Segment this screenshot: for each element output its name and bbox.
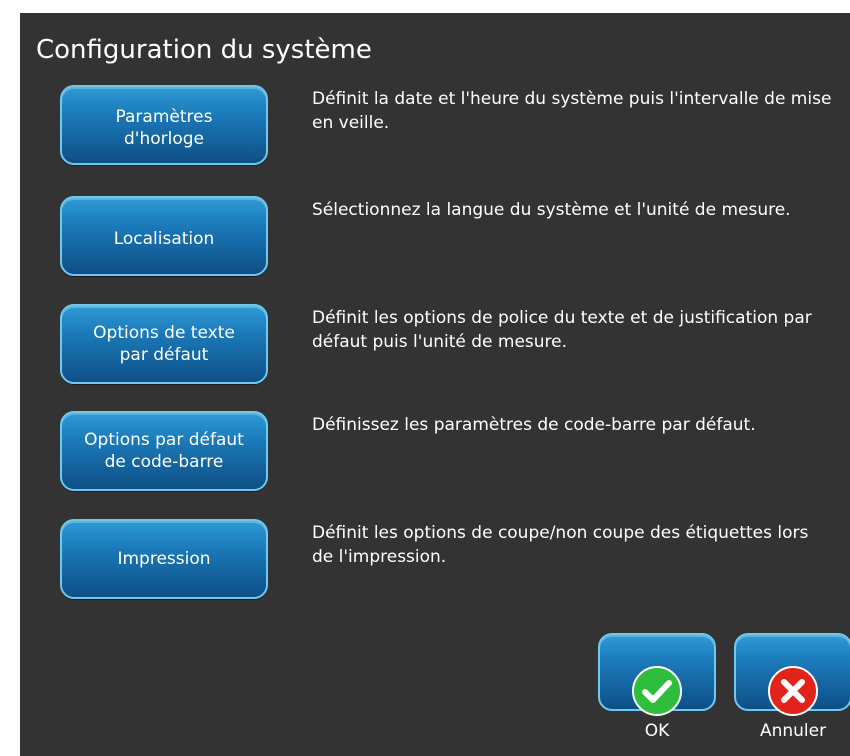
ok-button[interactable]: [598, 633, 716, 716]
clock-settings-description: Définit la date et l'heure du système pu…: [312, 89, 832, 133]
option-row-printing: Impression Définit les options de coupe/…: [20, 519, 850, 603]
text-defaults-description: Définit les options de police du texte e…: [312, 308, 812, 352]
option-row-clock: Paramètres d'horloge Définit la date et …: [20, 85, 850, 169]
system-config-screen: Configuration du système Paramètres d'ho…: [20, 13, 850, 756]
cancel-button[interactable]: [734, 633, 850, 716]
localization-description: Sélectionnez la langue du système et l'u…: [312, 200, 791, 220]
printing-label: Impression: [117, 549, 211, 569]
printing-button[interactable]: Impression: [60, 519, 268, 599]
cancel-label: Annuler: [759, 721, 827, 741]
ok-label: OK: [644, 721, 670, 741]
clock-settings-label: Paramètres d'horloge: [115, 107, 213, 149]
barcode-defaults-description: Définissez les paramètres de code-barre …: [312, 415, 756, 435]
check-icon: [632, 666, 682, 716]
option-row-localization: Localisation Sélectionnez la langue du s…: [20, 196, 850, 280]
page-title: Configuration du système: [36, 35, 372, 65]
clock-settings-button[interactable]: Paramètres d'horloge: [60, 85, 268, 165]
localization-label: Localisation: [113, 229, 215, 249]
text-defaults-label: Options de texte par défaut: [93, 323, 235, 365]
option-row-text-defaults: Options de texte par défaut Définit les …: [20, 304, 850, 388]
barcode-defaults-label: Options par défaut de code-barre: [84, 430, 244, 472]
text-defaults-button[interactable]: Options de texte par défaut: [60, 304, 268, 384]
printing-description: Définit les options de coupe/non coupe d…: [312, 523, 809, 567]
close-icon: [768, 666, 818, 716]
localization-button[interactable]: Localisation: [60, 196, 268, 276]
option-row-barcode-defaults: Options par défaut de code-barre Définis…: [20, 411, 850, 495]
barcode-defaults-button[interactable]: Options par défaut de code-barre: [60, 411, 268, 491]
